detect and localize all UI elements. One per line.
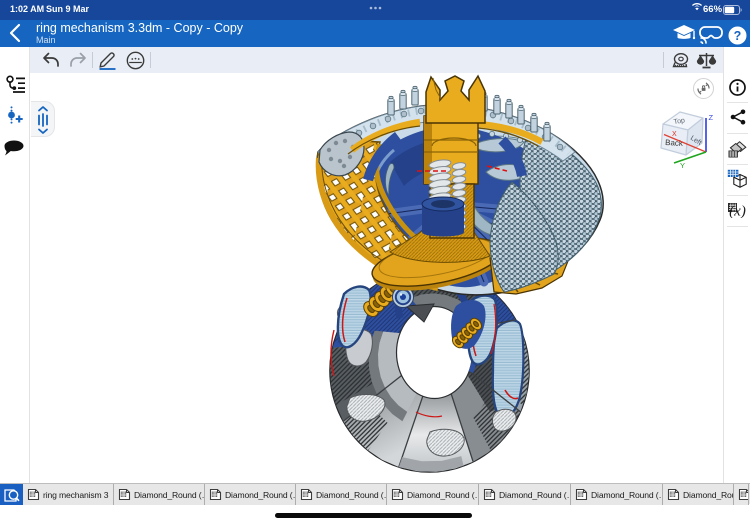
- svg-text:?: ?: [734, 29, 742, 43]
- svg-text:Z: Z: [709, 113, 714, 122]
- svg-text:Y: Y: [680, 161, 685, 170]
- svg-text:X: X: [672, 131, 677, 138]
- svg-text:(x): (x): [729, 204, 746, 219]
